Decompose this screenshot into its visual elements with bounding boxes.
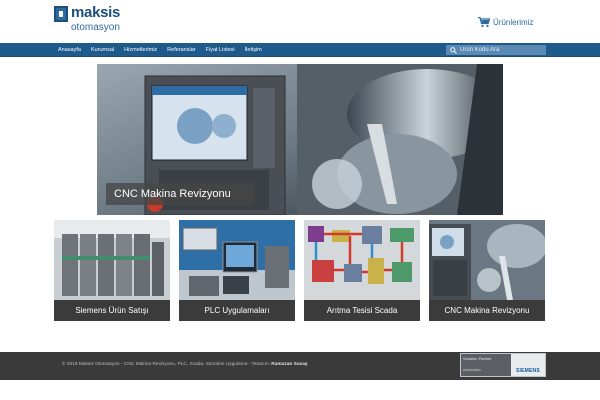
- search-icon[interactable]: [450, 46, 457, 54]
- tile-label: CNC Makina Revizyonu: [429, 300, 545, 321]
- products-cart-link[interactable]: Ürünlerimiz: [478, 15, 533, 29]
- hero-caption[interactable]: CNC Makina Revizyonu: [106, 183, 254, 205]
- logo-name: maksis: [71, 4, 121, 21]
- nav-item-hizmetlerimiz[interactable]: Hizmetlerimiz: [124, 47, 157, 53]
- nav-item-iletisim[interactable]: İletişim: [245, 47, 262, 53]
- partner-line-2: Automation: [463, 368, 481, 372]
- plc-image: [179, 220, 295, 300]
- tile-cnc-makina-revizyonu[interactable]: CNC Makina Revizyonu: [429, 220, 545, 321]
- designer-link[interactable]: Ramazan Savaş: [271, 362, 307, 367]
- site-logo[interactable]: maksis otomasyon: [54, 4, 121, 36]
- tile-label: Siemens Ürün Satışı: [54, 300, 170, 321]
- site-header: maksis otomasyon Ürünlerimiz: [0, 0, 600, 43]
- cnc-image: [429, 220, 545, 300]
- copyright-text: © 2016 Maksis Otomasyon - CNC Makina Rev…: [62, 362, 308, 367]
- search-input[interactable]: [460, 45, 545, 55]
- siemens-products-image: [54, 220, 170, 300]
- nav-item-fiyat-listesi[interactable]: Fiyat Listesi: [206, 47, 235, 53]
- tile-aritma-tesisi-scada[interactable]: Arıtma Tesisi Scada: [304, 220, 420, 321]
- product-search[interactable]: [446, 45, 546, 55]
- copyright-line: © 2016 Maksis Otomasyon - CNC Makina Rev…: [62, 362, 270, 367]
- main-navigation: Anasayfa Kurumsal Hizmetlerimiz Referans…: [0, 43, 600, 57]
- siemens-logo: SIEMENS: [516, 368, 540, 374]
- cart-label: Ürünlerimiz: [493, 17, 534, 27]
- partner-line-1: Solution Partner: [463, 356, 492, 361]
- scada-image: [304, 220, 420, 300]
- tile-label: PLC Uygulamaları: [179, 300, 295, 321]
- nav-item-anasayfa[interactable]: Anasayfa: [58, 47, 81, 53]
- logo-subtitle: otomasyon: [71, 22, 120, 33]
- tile-label: Arıtma Tesisi Scada: [304, 300, 420, 321]
- nav-item-kurumsal[interactable]: Kurumsal: [91, 47, 114, 53]
- logo-mark-icon: [54, 6, 68, 22]
- siemens-solution-partner-badge: Solution Partner Automation SIEMENS: [460, 353, 546, 377]
- page-bottom-spacer: [0, 380, 600, 400]
- tile-siemens-urun-satisi[interactable]: Siemens Ürün Satışı: [54, 220, 170, 321]
- tile-plc-uygulamalari[interactable]: PLC Uygulamaları: [179, 220, 295, 321]
- nav-item-referanslar[interactable]: Referanslar: [167, 47, 195, 53]
- cart-icon: [478, 16, 490, 27]
